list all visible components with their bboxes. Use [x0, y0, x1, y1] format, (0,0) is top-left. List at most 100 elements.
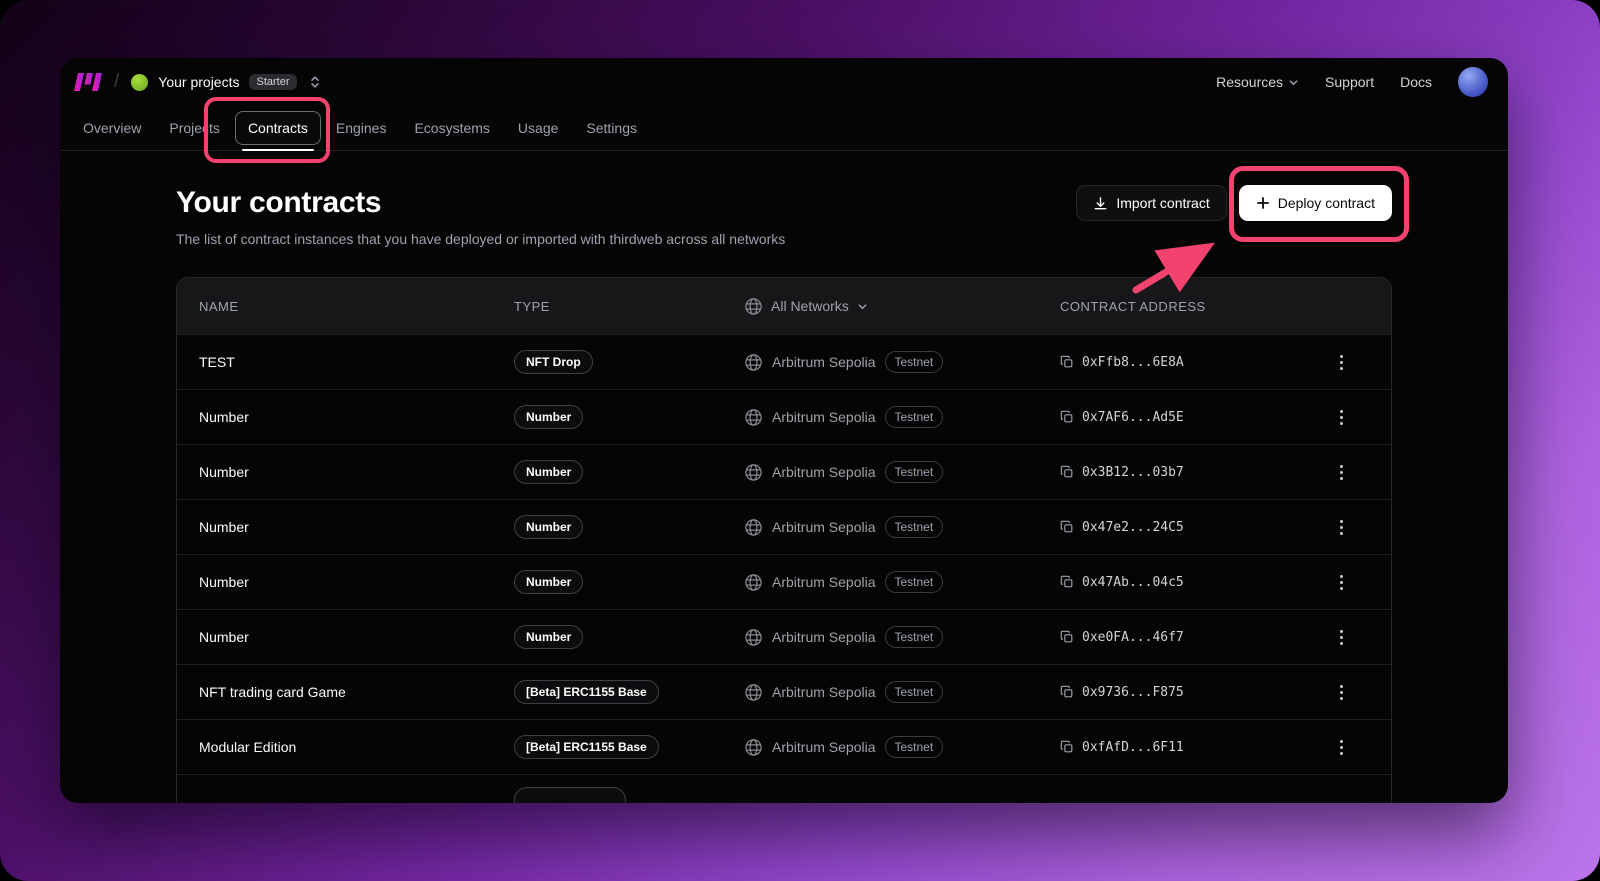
contract-address-cell: 0xe0FA...46f7	[1060, 630, 1291, 645]
contract-name[interactable]: Number	[199, 519, 514, 535]
tab-usage[interactable]: Usage	[505, 111, 571, 145]
contract-network-cell: Arbitrum Sepolia Testnet	[744, 461, 1060, 483]
contract-type-badge: Number	[514, 405, 583, 429]
chevron-down-icon	[1288, 77, 1299, 88]
contract-address-cell: 0x47e2...24C5	[1060, 520, 1291, 535]
contract-address[interactable]: 0x47e2...24C5	[1082, 520, 1184, 535]
globe-icon	[744, 463, 763, 482]
resources-menu[interactable]: Resources	[1216, 74, 1299, 90]
row-menu-button[interactable]	[1332, 677, 1351, 708]
row-menu-cell	[1291, 732, 1391, 763]
table-row[interactable]: NFT trading card Game [Beta] ERC1155 Bas…	[177, 664, 1391, 719]
contract-address-cell: 0xFfb8...6E8A	[1060, 355, 1291, 370]
globe-icon	[744, 738, 763, 757]
row-menu-cell	[1291, 347, 1391, 378]
table-row[interactable]: Modular Edition [Beta] ERC1155 Base Arbi…	[177, 719, 1391, 774]
testnet-badge: Testnet	[885, 681, 944, 703]
contract-address[interactable]: 0xFfb8...6E8A	[1082, 355, 1184, 370]
user-avatar[interactable]	[1458, 67, 1488, 97]
network-filter-label: All Networks	[771, 298, 849, 314]
network-name: Arbitrum Sepolia	[772, 354, 876, 370]
row-menu-button[interactable]	[1332, 457, 1351, 488]
contract-address[interactable]: 0x7AF6...Ad5E	[1082, 410, 1184, 425]
network-name: Arbitrum Sepolia	[772, 629, 876, 645]
testnet-badge: Testnet	[885, 461, 944, 483]
contract-name[interactable]: Number	[199, 464, 514, 480]
copy-icon[interactable]	[1060, 685, 1074, 699]
table-row[interactable]	[177, 774, 1391, 803]
testnet-badge: Testnet	[885, 571, 944, 593]
download-icon	[1093, 196, 1108, 211]
contract-network-cell: Arbitrum Sepolia Testnet	[744, 516, 1060, 538]
contract-name[interactable]: Number	[199, 574, 514, 590]
support-link[interactable]: Support	[1325, 74, 1374, 90]
table-row[interactable]: Number Number Arbitrum Sepolia Testnet 0…	[177, 389, 1391, 444]
copy-icon[interactable]	[1060, 410, 1074, 424]
table-row[interactable]: TEST NFT Drop Arbitrum Sepolia Testnet 0…	[177, 334, 1391, 389]
topbar: / Your projects Starter Resources Suppor…	[60, 58, 1508, 106]
row-menu-button[interactable]	[1332, 732, 1351, 763]
copy-icon[interactable]	[1060, 740, 1074, 754]
contract-type-cell: Number	[514, 515, 744, 539]
row-menu-button[interactable]	[1332, 567, 1351, 598]
copy-icon[interactable]	[1060, 575, 1074, 589]
testnet-badge: Testnet	[885, 516, 944, 538]
chevron-up-down-icon	[309, 75, 321, 89]
contract-network-cell: Arbitrum Sepolia Testnet	[744, 681, 1060, 703]
deploy-contract-button[interactable]: Deploy contract	[1239, 185, 1392, 221]
contract-address[interactable]: 0x47Ab...04c5	[1082, 575, 1184, 590]
contracts-table: NAME TYPE All Networks CONTRACT ADDRESS	[176, 277, 1392, 803]
page-heading-block: Your contracts The list of contract inst…	[176, 185, 785, 248]
tab-overview[interactable]: Overview	[70, 111, 154, 145]
contract-address[interactable]: 0xe0FA...46f7	[1082, 630, 1184, 645]
contract-address[interactable]: 0x3B12...03b7	[1082, 465, 1184, 480]
contract-address[interactable]: 0xfAfD...6F11	[1082, 740, 1184, 755]
page-subtitle: The list of contract instances that you …	[176, 231, 785, 248]
contract-network-cell: Arbitrum Sepolia Testnet	[744, 626, 1060, 648]
tab-settings[interactable]: Settings	[573, 111, 650, 145]
contract-name[interactable]: NFT trading card Game	[199, 684, 514, 700]
row-menu-button[interactable]	[1332, 347, 1351, 378]
table-body: TEST NFT Drop Arbitrum Sepolia Testnet 0…	[177, 334, 1391, 803]
import-contract-button[interactable]: Import contract	[1076, 185, 1226, 221]
team-name[interactable]: Your projects	[158, 74, 239, 90]
breadcrumb: / Your projects Starter	[74, 71, 323, 93]
docs-link[interactable]: Docs	[1400, 74, 1432, 90]
table-row[interactable]: Number Number Arbitrum Sepolia Testnet 0…	[177, 554, 1391, 609]
network-filter-dropdown[interactable]: All Networks	[744, 297, 1060, 316]
table-row[interactable]: Number Number Arbitrum Sepolia Testnet 0…	[177, 444, 1391, 499]
contract-address[interactable]: 0x9736...F875	[1082, 685, 1184, 700]
contract-type-cell: NFT Drop	[514, 350, 744, 374]
contract-type-cell: Number	[514, 570, 744, 594]
contract-type-cell: Number	[514, 625, 744, 649]
copy-icon[interactable]	[1060, 520, 1074, 534]
tab-engines[interactable]: Engines	[323, 111, 400, 145]
contract-name[interactable]: Number	[199, 629, 514, 645]
tab-projects[interactable]: Projects	[156, 111, 233, 145]
contract-name[interactable]: Number	[199, 409, 514, 425]
import-contract-label: Import contract	[1116, 195, 1209, 211]
breadcrumb-separator: /	[114, 71, 119, 93]
table-row[interactable]: Number Number Arbitrum Sepolia Testnet 0…	[177, 499, 1391, 554]
team-avatar[interactable]	[131, 74, 148, 91]
testnet-badge: Testnet	[885, 626, 944, 648]
contract-type-cell	[514, 787, 744, 804]
row-menu-button[interactable]	[1332, 402, 1351, 433]
copy-icon[interactable]	[1060, 355, 1074, 369]
contract-type-badge: Number	[514, 570, 583, 594]
team-switcher-button[interactable]	[307, 73, 323, 91]
contract-type-badge: Number	[514, 460, 583, 484]
contract-name[interactable]: TEST	[199, 354, 514, 370]
copy-icon[interactable]	[1060, 465, 1074, 479]
column-header-name: NAME	[199, 299, 514, 314]
row-menu-button[interactable]	[1332, 512, 1351, 543]
tab-ecosystems[interactable]: Ecosystems	[401, 111, 502, 145]
row-menu-button[interactable]	[1332, 622, 1351, 653]
globe-icon	[744, 683, 763, 702]
tab-contracts[interactable]: Contracts	[235, 111, 321, 145]
table-row[interactable]: Number Number Arbitrum Sepolia Testnet 0…	[177, 609, 1391, 664]
tabbar: OverviewProjectsContractsEnginesEcosyste…	[60, 106, 1508, 151]
copy-icon[interactable]	[1060, 630, 1074, 644]
thirdweb-logo[interactable]	[74, 73, 102, 91]
contract-name[interactable]: Modular Edition	[199, 739, 514, 755]
